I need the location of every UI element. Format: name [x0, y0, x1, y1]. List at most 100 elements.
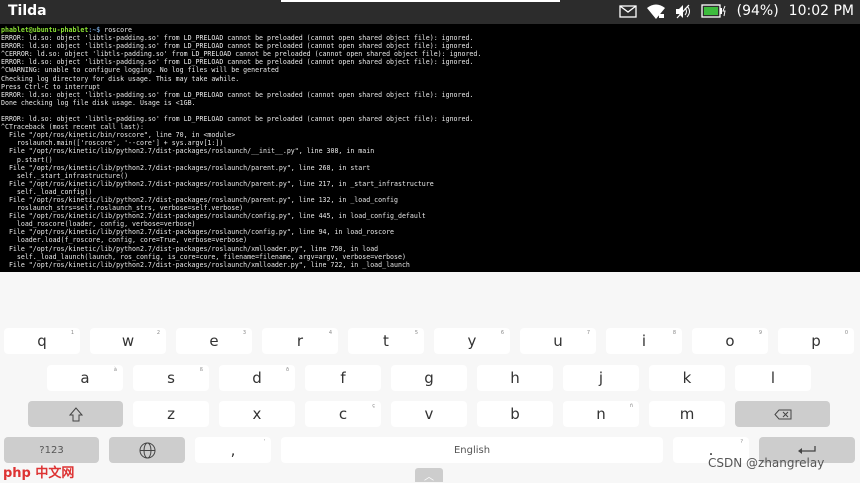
- keyboard-hide-handle[interactable]: ︿: [415, 468, 443, 483]
- key-b[interactable]: b​: [477, 401, 553, 427]
- php-watermark: php 中文网: [3, 466, 75, 481]
- key-i[interactable]: i8: [606, 328, 682, 354]
- key-n[interactable]: nñ: [563, 401, 639, 427]
- terminal-line: roslaunch_strs=self.roslaunch_strs, verb…: [1, 204, 244, 213]
- key-label: r: [296, 332, 304, 350]
- terminal-output[interactable]: phablet@ubuntu-phablet:~$ roscore ERROR: …: [0, 24, 860, 272]
- terminal-line: File "/opt/ros/kinetic/lib/python2.7/dis…: [1, 147, 375, 156]
- key-label: o: [725, 332, 735, 350]
- key-o[interactable]: o9: [692, 328, 768, 354]
- language-key[interactable]: [109, 437, 185, 463]
- terminal-line: ^CERROR: ld.so: object 'libtls-padding.s…: [1, 50, 482, 59]
- key-alt-label: 4: [328, 330, 332, 336]
- key-label: q: [37, 332, 47, 350]
- status-indicators: (94%) 10:02 PM: [618, 3, 854, 19]
- key-alt-label: ': [263, 439, 265, 445]
- key-label: e: [209, 332, 219, 350]
- key-alt-label: 3: [242, 330, 246, 336]
- key-u[interactable]: u7: [520, 328, 596, 354]
- key-label: m: [679, 405, 695, 423]
- key-label: b: [510, 405, 520, 423]
- terminal-line: Done checking log file disk usage. Usage…: [1, 98, 196, 107]
- key-l[interactable]: l​: [735, 365, 811, 391]
- key-y[interactable]: y6: [434, 328, 510, 354]
- key-alt-label: ?: [740, 439, 743, 445]
- key-alt-label: à: [113, 367, 117, 373]
- key-h[interactable]: h​: [477, 365, 553, 391]
- key-e[interactable]: e3: [176, 328, 252, 354]
- terminal-line: self._load_launch(launch, ros_config, is…: [1, 252, 406, 261]
- key-alt-label: 2: [156, 330, 160, 336]
- terminal-line: ERROR: ld.so: object 'libtls-padding.so'…: [1, 34, 474, 43]
- key-alt-label: ñ: [629, 403, 633, 409]
- terminal-prompt-line: phablet@ubuntu-phablet:~$ roscore: [1, 26, 860, 34]
- terminal-line: File "/opt/ros/kinetic/lib/python2.7/dis…: [1, 163, 371, 172]
- key-label: English: [453, 444, 491, 456]
- terminal-line: self._load_config(): [1, 187, 93, 196]
- key-d[interactable]: dð: [219, 365, 295, 391]
- key-label: l: [770, 369, 776, 387]
- globe-icon: [139, 442, 156, 459]
- key-v[interactable]: v​: [391, 401, 467, 427]
- wifi-icon[interactable]: [646, 4, 665, 19]
- prompt-command: roscore: [104, 26, 133, 34]
- key-alt-label: ß: [199, 367, 203, 373]
- key-m[interactable]: m​: [649, 401, 725, 427]
- key-g[interactable]: g​: [391, 365, 467, 391]
- key-label: z: [167, 405, 175, 423]
- key-alt-label: 0: [844, 330, 848, 336]
- top-panel: Tilda (94%) 10:02 PM: [0, 0, 860, 24]
- terminal-line: ​: [1, 107, 860, 115]
- key-a[interactable]: aà: [47, 365, 123, 391]
- enter-icon: [797, 445, 817, 455]
- key-label: c: [338, 405, 348, 423]
- key-label: p: [811, 332, 821, 350]
- mail-icon[interactable]: [618, 4, 637, 18]
- key-w[interactable]: w2: [90, 328, 166, 354]
- comma-key[interactable]: , ': [195, 437, 271, 463]
- key-j[interactable]: j​: [563, 365, 639, 391]
- backspace-key[interactable]: [735, 401, 830, 427]
- battery-percent: (94%): [736, 3, 779, 19]
- key-label: w: [121, 332, 135, 350]
- key-p[interactable]: p0: [778, 328, 854, 354]
- battery-icon[interactable]: [700, 4, 727, 18]
- clock[interactable]: 10:02 PM: [789, 3, 854, 19]
- terminal-line: self._start_infrastructure(): [1, 171, 129, 180]
- terminal-line: roslaunch.main(['roscore', '--core'] + s…: [1, 139, 224, 148]
- key-c[interactable]: cç: [305, 401, 381, 427]
- terminal-line: File "/opt/ros/kinetic/bin/roscore", lin…: [1, 131, 236, 140]
- key-label: a: [80, 369, 90, 387]
- key-t[interactable]: t5: [348, 328, 424, 354]
- terminal-line: File "/opt/ros/kinetic/lib/python2.7/dis…: [1, 212, 426, 221]
- key-alt-label: 7: [586, 330, 590, 336]
- key-q[interactable]: q1: [4, 328, 80, 354]
- key-alt-label: ç: [372, 403, 375, 409]
- key-label: n: [596, 405, 606, 423]
- prompt-user: phablet@ubuntu-phablet: [1, 26, 89, 34]
- key-alt-label: 6: [500, 330, 504, 336]
- key-f[interactable]: f​: [305, 365, 381, 391]
- symbols-key[interactable]: ?123: [4, 437, 99, 463]
- terminal-line: File "/opt/ros/kinetic/lib/python2.7/dis…: [1, 244, 379, 253]
- key-label: f: [340, 369, 346, 387]
- terminal-line: ERROR: ld.so: object 'libtls-padding.so'…: [1, 90, 474, 99]
- volume-muted-icon[interactable]: [675, 4, 691, 19]
- terminal-line: ^CTraceback (most recent call last):: [1, 123, 144, 132]
- key-k[interactable]: k​: [649, 365, 725, 391]
- shift-key[interactable]: [28, 401, 123, 427]
- key-s[interactable]: sß: [133, 365, 209, 391]
- key-x[interactable]: x​: [219, 401, 295, 427]
- key-z[interactable]: z​: [133, 401, 209, 427]
- terminal-line: File "/opt/ros/kinetic/lib/python2.7/dis…: [1, 260, 410, 269]
- csdn-watermark: CSDN @zhangrelay: [708, 456, 825, 470]
- terminal-line: loader.load(f_roscore, config, core=True…: [1, 236, 248, 245]
- key-label: y: [467, 332, 477, 350]
- key-label: ,: [230, 441, 236, 459]
- app-title: Tilda: [8, 3, 47, 19]
- key-r[interactable]: r4: [262, 328, 338, 354]
- space-key[interactable]: English: [281, 437, 663, 463]
- key-alt-label: 8: [672, 330, 676, 336]
- terminal-line: File "/opt/ros/kinetic/lib/python2.7/dis…: [1, 179, 434, 188]
- key-alt-label: 9: [758, 330, 762, 336]
